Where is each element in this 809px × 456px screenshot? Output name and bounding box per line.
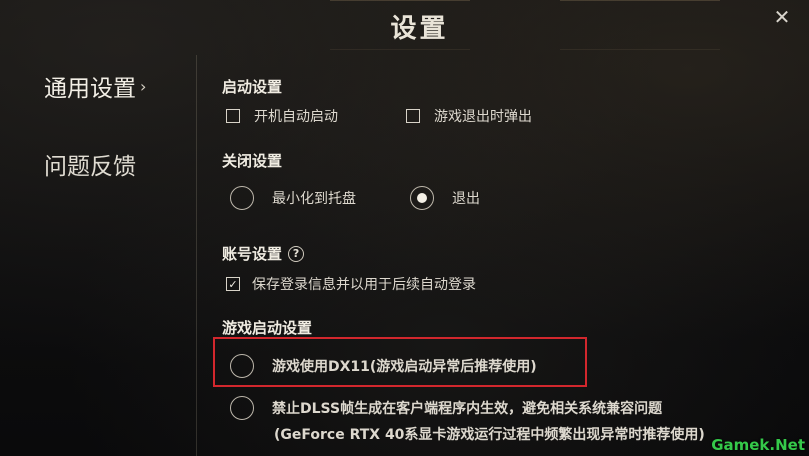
checkbox-label: 开机自动启动 xyxy=(254,109,338,125)
radio-minimize-to-tray[interactable]: 最小化到托盘 xyxy=(230,186,356,210)
section-title-label: 账号设置 xyxy=(222,245,283,263)
sidebar-item-label: 问题反馈 xyxy=(44,154,136,180)
checkbox-icon xyxy=(406,109,420,123)
radio-icon xyxy=(230,186,254,210)
checkbox-save-login[interactable]: ✓ 保存登录信息并以用于后续自动登录 xyxy=(226,274,476,294)
checkbox-label: 游戏退出时弹出 xyxy=(434,109,532,125)
checkbox-auto-start[interactable]: 开机自动启动 xyxy=(226,106,338,126)
section-title-close: 关闭设置 xyxy=(222,152,283,170)
sidebar: 通用设置 › 问题反馈 xyxy=(0,55,197,456)
radio-label: 游戏使用DX11(游戏启动异常后推荐使用) xyxy=(272,359,537,375)
checkmark-icon: ✓ xyxy=(226,277,240,291)
sidebar-item-label: 通用设置 xyxy=(44,76,136,102)
help-icon[interactable]: ? xyxy=(288,245,305,262)
radio-selected-dot xyxy=(417,193,427,203)
close-icon[interactable]: ✕ xyxy=(771,6,793,28)
radio-label: 最小化到托盘 xyxy=(272,191,356,207)
section-title-account: 账号设置 ? xyxy=(222,243,305,264)
radio-label: 退出 xyxy=(452,191,480,207)
section-title-game-launch: 游戏启动设置 xyxy=(222,319,313,337)
checkbox-popup-on-exit[interactable]: 游戏退出时弹出 xyxy=(406,106,532,126)
radio-icon xyxy=(230,396,254,420)
dlss-note: (GeForce RTX 40系显卡游戏运行过程中频繁出现异常时推荐使用) xyxy=(274,427,705,443)
page-title: 设置 xyxy=(390,14,449,44)
radio-use-dx11[interactable]: 游戏使用DX11(游戏启动异常后推荐使用) xyxy=(230,354,537,378)
radio-disable-dlss-frame-gen[interactable]: 禁止DLSS帧生成在客户端程序内生效，避免相关系统兼容问题 xyxy=(230,396,662,420)
radio-icon xyxy=(230,354,254,378)
checkbox-icon xyxy=(226,109,240,123)
section-title-startup: 启动设置 xyxy=(222,78,283,96)
radio-exit[interactable]: 退出 xyxy=(410,186,480,210)
sidebar-item-general-settings[interactable]: 通用设置 › xyxy=(44,69,146,103)
chevron-right-icon: › xyxy=(140,76,147,96)
radio-icon xyxy=(410,186,434,210)
radio-label: 禁止DLSS帧生成在客户端程序内生效，避免相关系统兼容问题 xyxy=(272,401,663,417)
checkbox-label: 保存登录信息并以用于后续自动登录 xyxy=(252,277,476,293)
sidebar-item-feedback[interactable]: 问题反馈 xyxy=(44,147,136,181)
watermark: Gamek.Net xyxy=(711,436,805,454)
